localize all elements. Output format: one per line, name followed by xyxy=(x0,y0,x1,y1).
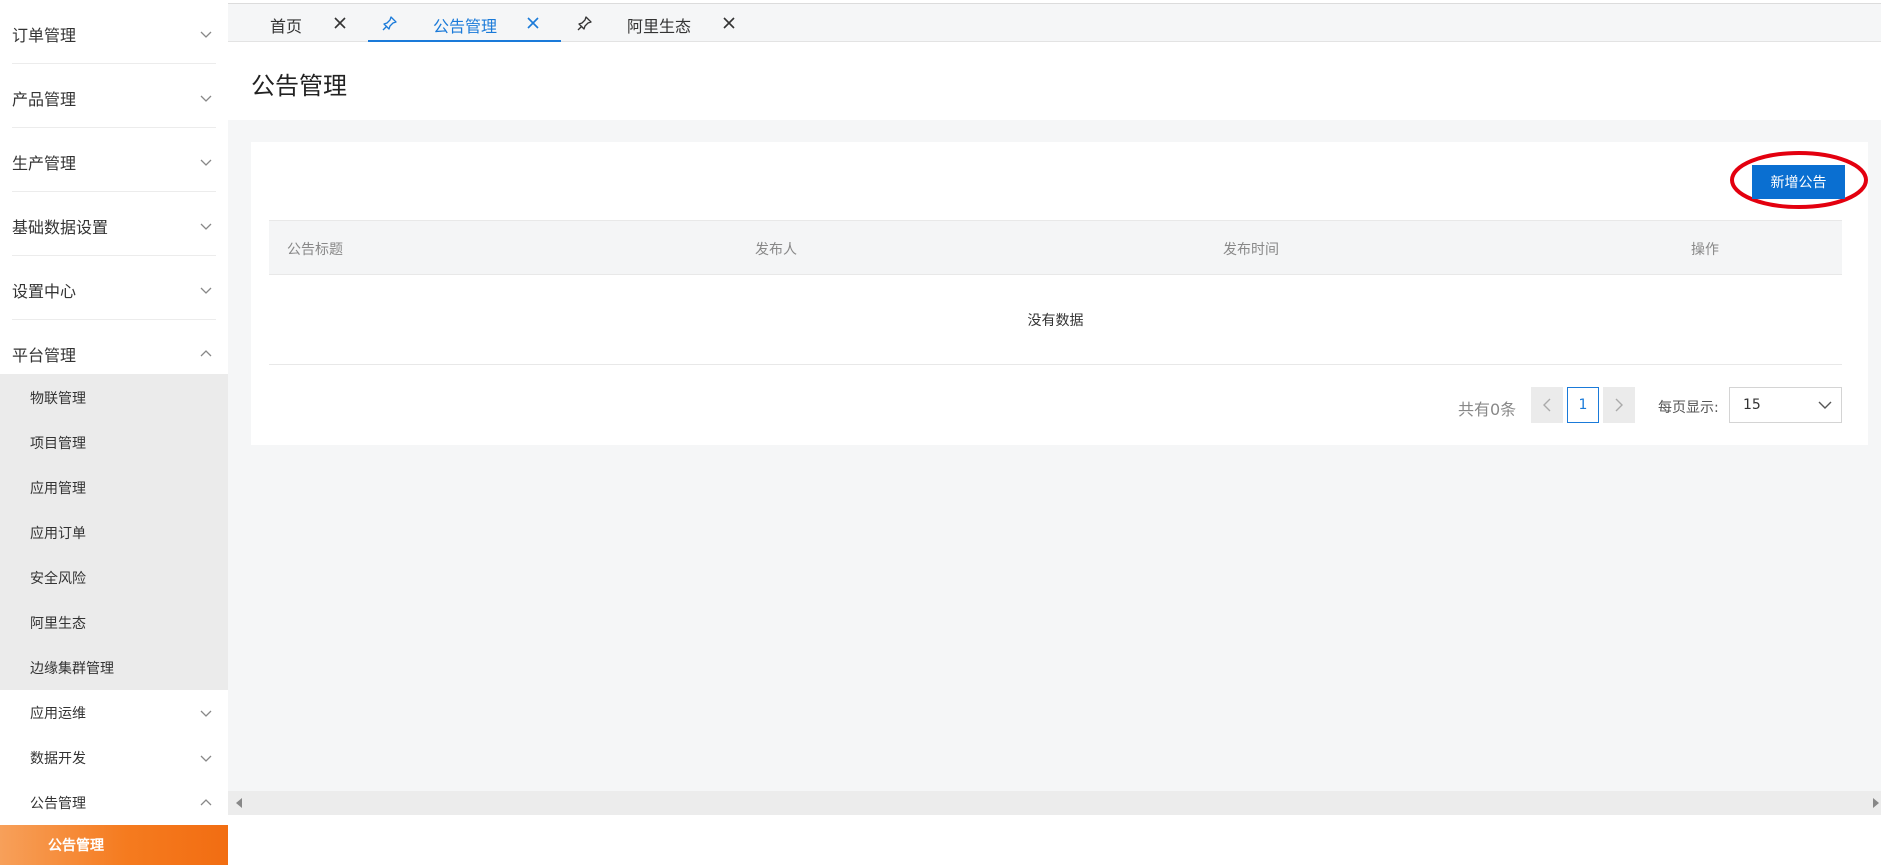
main-content: 公告管理 新增公告 公告标题 发布人 发布时间 操作 没有数据 共有0条 1 每… xyxy=(228,42,1881,865)
sidebar-item-label: 边缘集群管理 xyxy=(30,660,114,677)
chevron-up-icon xyxy=(200,350,212,357)
sidebar-item-label: 阿里生态 xyxy=(30,615,86,632)
chevron-down-icon xyxy=(200,287,212,294)
sidebar-item-label: 项目管理 xyxy=(30,435,86,452)
column-header: 操作 xyxy=(1691,242,1719,258)
menu-group-label: 订单管理 xyxy=(12,26,77,45)
divider xyxy=(12,319,216,320)
menu-group-label: 产品管理 xyxy=(12,90,77,109)
pin-icon[interactable] xyxy=(382,15,398,31)
tab-ali-ecosystem[interactable]: 阿里生态 xyxy=(561,4,761,42)
chevron-left-icon xyxy=(1543,398,1551,412)
prev-page-button[interactable] xyxy=(1531,387,1563,423)
sidebar-item-app-orders[interactable]: 应用订单 xyxy=(0,510,228,555)
chevron-up-icon xyxy=(200,798,212,805)
chevron-down-icon xyxy=(200,31,212,38)
scroll-right-icon[interactable] xyxy=(1873,798,1879,808)
menu-group-label: 设置中心 xyxy=(12,282,77,301)
divider xyxy=(12,255,216,256)
announcement-card: 新增公告 公告标题 发布人 发布时间 操作 没有数据 共有0条 1 每页显示: … xyxy=(251,142,1868,445)
sub-group-label: 数据开发 xyxy=(30,750,86,767)
close-icon[interactable] xyxy=(332,15,348,31)
scroll-left-icon[interactable] xyxy=(236,798,242,808)
tab-home[interactable]: 首页 xyxy=(228,4,368,42)
menu-group-label: 平台管理 xyxy=(12,346,77,365)
sub-group-data-dev[interactable]: 数据开发 xyxy=(0,735,228,780)
sidebar-item-label: 安全风险 xyxy=(30,570,86,587)
chevron-down-icon xyxy=(200,159,212,166)
sidebar-item-label: 公告管理 xyxy=(48,838,104,854)
tab-label: 公告管理 xyxy=(433,17,498,36)
sidebar-item-apps[interactable]: 应用管理 xyxy=(0,465,228,510)
sidebar-item-security-risk[interactable]: 安全风险 xyxy=(0,555,228,600)
menu-group-production[interactable]: 生产管理 xyxy=(0,130,228,194)
sidebar-item-label: 应用订单 xyxy=(30,525,86,542)
total-count: 共有0条 xyxy=(1458,400,1517,419)
pin-icon[interactable] xyxy=(577,15,593,31)
column-header[interactable]: 发布人 xyxy=(755,239,797,259)
sidebar-item-ali-ecosystem[interactable]: 阿里生态 xyxy=(0,600,228,645)
menu-group-label: 生产管理 xyxy=(12,154,77,173)
chevron-down-icon xyxy=(1818,401,1832,409)
column-header[interactable]: 公告标题 xyxy=(287,239,343,259)
tab-label: 阿里生态 xyxy=(627,17,692,36)
column-header[interactable]: 发布时间 xyxy=(1223,239,1279,259)
menu-group-label: 基础数据设置 xyxy=(12,218,109,237)
close-icon[interactable] xyxy=(525,15,541,31)
sidebar-item-announcement-management[interactable]: 公告管理 xyxy=(0,825,228,865)
empty-table-row: 没有数据 xyxy=(269,275,1842,365)
menu-group-products[interactable]: 产品管理 xyxy=(0,66,228,130)
page-number[interactable]: 1 xyxy=(1567,387,1599,423)
divider xyxy=(12,63,216,64)
sidebar-item-iot[interactable]: 物联管理 xyxy=(0,375,228,420)
chevron-down-icon xyxy=(200,755,212,762)
sidebar-item-edge-cluster[interactable]: 边缘集群管理 xyxy=(0,645,228,690)
menu-group-settings[interactable]: 设置中心 xyxy=(0,258,228,322)
close-icon[interactable] xyxy=(721,15,737,31)
per-page-value: 15 xyxy=(1743,397,1761,413)
add-announcement-button[interactable]: 新增公告 xyxy=(1752,165,1845,199)
empty-text: 没有数据 xyxy=(1027,313,1084,329)
tab-bar: 首页 公告管理 阿里生态 xyxy=(228,3,1881,42)
divider xyxy=(12,191,216,192)
tab-announcement-management[interactable]: 公告管理 xyxy=(368,4,561,42)
sub-group-label: 公告管理 xyxy=(30,795,86,812)
sidebar-item-label: 应用管理 xyxy=(30,480,86,497)
table-header: 公告标题 发布人 发布时间 操作 xyxy=(269,220,1842,275)
chevron-down-icon xyxy=(200,95,212,102)
sidebar-item-projects[interactable]: 项目管理 xyxy=(0,420,228,465)
sidebar-item-label: 物联管理 xyxy=(30,390,86,407)
footer-area xyxy=(228,815,1881,865)
sub-group-app-ops[interactable]: 应用运维 xyxy=(0,690,228,735)
sidebar: 订单管理 产品管理 生产管理 基础数据设置 设置中心 平台管理 物联管理 项目管… xyxy=(0,0,228,865)
menu-group-base-data[interactable]: 基础数据设置 xyxy=(0,194,228,258)
horizontal-scrollbar[interactable] xyxy=(228,791,1881,815)
menu-group-orders[interactable]: 订单管理 xyxy=(0,2,228,66)
per-page-label: 每页显示: xyxy=(1658,400,1719,416)
page-title: 公告管理 xyxy=(251,72,347,100)
tab-label: 首页 xyxy=(270,17,303,36)
sub-group-label: 应用运维 xyxy=(30,705,86,722)
divider xyxy=(12,127,216,128)
chevron-down-icon xyxy=(200,710,212,717)
next-page-button[interactable] xyxy=(1603,387,1635,423)
page-header: 公告管理 xyxy=(228,42,1881,120)
chevron-down-icon xyxy=(200,223,212,230)
sub-group-announcements[interactable]: 公告管理 xyxy=(0,780,228,825)
chevron-right-icon xyxy=(1615,398,1623,412)
per-page-select[interactable]: 15 xyxy=(1729,387,1842,423)
